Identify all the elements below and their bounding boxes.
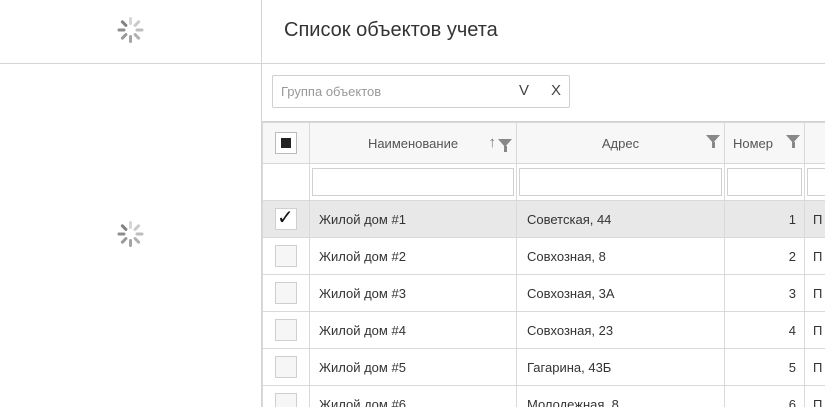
spinner-spoke bbox=[129, 221, 132, 229]
row-checkbox[interactable] bbox=[275, 245, 297, 267]
cell-address: Советская, 44 bbox=[516, 200, 725, 238]
cell-extra: П bbox=[804, 348, 825, 386]
spinner-spoke bbox=[132, 223, 141, 232]
page-header: Список объектов учета bbox=[262, 0, 825, 64]
spinner-spoke bbox=[120, 32, 129, 41]
row-select-cell bbox=[262, 385, 310, 407]
row-select-cell bbox=[262, 311, 310, 349]
loading-spinner-icon bbox=[117, 16, 145, 44]
extra-filter-input[interactable] bbox=[807, 168, 825, 196]
number-filter-input[interactable] bbox=[727, 168, 802, 196]
table-row[interactable]: Жилой дом #3 Совхозная, 3А 3 П bbox=[262, 274, 825, 312]
spinner-spoke bbox=[135, 28, 144, 32]
spinner-spoke bbox=[132, 19, 141, 28]
cell-name: Жилой дом #5 bbox=[309, 348, 517, 386]
sidebar-header bbox=[0, 0, 261, 64]
row-checkbox[interactable]: ✓ bbox=[275, 207, 297, 230]
group-filter-apply-button[interactable]: V bbox=[519, 82, 529, 99]
row-select-cell bbox=[262, 348, 310, 386]
group-filter-input[interactable] bbox=[273, 76, 511, 107]
spinner-spoke bbox=[129, 17, 132, 25]
group-filter-clear-button[interactable]: X bbox=[551, 82, 561, 99]
table-row[interactable]: Жилой дом #6 Молодежная, 8 6 П bbox=[262, 385, 825, 407]
spinner-spoke bbox=[120, 19, 129, 28]
cell-address: Совхозная, 23 bbox=[516, 311, 725, 349]
column-header-number[interactable]: Номер bbox=[724, 122, 805, 164]
spinner-spoke bbox=[117, 232, 126, 236]
table-row[interactable]: Жилой дом #2 Совхозная, 8 2 П bbox=[262, 237, 825, 275]
row-select-cell bbox=[262, 274, 310, 312]
spinner-spoke bbox=[132, 32, 141, 41]
filter-cell bbox=[804, 163, 825, 201]
row-checkbox[interactable] bbox=[275, 356, 297, 378]
spinner-spoke bbox=[117, 28, 126, 32]
column-header-label: Адрес bbox=[601, 135, 640, 151]
cell-number: 1 bbox=[724, 200, 805, 238]
cell-address: Совхозная, 8 bbox=[516, 237, 725, 275]
sidebar bbox=[0, 0, 262, 407]
loading-spinner-icon bbox=[117, 220, 145, 248]
column-header-extra[interactable] bbox=[804, 122, 825, 164]
row-checkbox[interactable] bbox=[275, 393, 297, 407]
spinner-spoke bbox=[135, 232, 144, 236]
row-checkbox[interactable] bbox=[275, 282, 297, 304]
checkmark-icon: ✓ bbox=[277, 207, 294, 229]
cell-number: 2 bbox=[724, 237, 805, 275]
filter-icon[interactable] bbox=[706, 135, 720, 148]
cell-extra: П bbox=[804, 385, 825, 407]
filter-cell bbox=[309, 163, 517, 201]
cell-extra: П bbox=[804, 274, 825, 312]
column-header-address[interactable]: Адрес bbox=[516, 122, 725, 164]
cell-number: 3 bbox=[724, 274, 805, 312]
sort-ascending-icon[interactable]: ↑ bbox=[489, 135, 497, 151]
filter-cell bbox=[724, 163, 805, 201]
address-filter-input[interactable] bbox=[519, 168, 722, 196]
cell-address: Совхозная, 3А bbox=[516, 274, 725, 312]
row-select-cell bbox=[262, 237, 310, 275]
filter-row bbox=[262, 163, 825, 201]
cell-number: 4 bbox=[724, 311, 805, 349]
spinner-spoke bbox=[120, 236, 129, 245]
table-row[interactable]: Жилой дом #4 Совхозная, 23 4 П bbox=[262, 311, 825, 349]
cell-name: Жилой дом #1 bbox=[309, 200, 517, 238]
objects-grid: Наименование ↑ Адрес Номер ✓ Жилой дом #… bbox=[262, 121, 825, 407]
column-header-label: Наименование bbox=[367, 135, 459, 151]
cell-extra: П bbox=[804, 200, 825, 238]
cell-extra: П bbox=[804, 311, 825, 349]
cell-name: Жилой дом #6 bbox=[309, 385, 517, 407]
table-row[interactable]: Жилой дом #5 Гагарина, 43Б 5 П bbox=[262, 348, 825, 386]
name-filter-input[interactable] bbox=[312, 168, 514, 196]
row-checkbox[interactable] bbox=[275, 319, 297, 341]
spinner-spoke bbox=[120, 223, 129, 232]
cell-address: Молодежная, 8 bbox=[516, 385, 725, 407]
cell-name: Жилой дом #2 bbox=[309, 237, 517, 275]
cell-name: Жилой дом #3 bbox=[309, 274, 517, 312]
partial-select-indicator bbox=[281, 138, 291, 148]
spinner-spoke bbox=[129, 35, 132, 43]
cell-extra: П bbox=[804, 237, 825, 275]
cell-number: 6 bbox=[724, 385, 805, 407]
select-all-header bbox=[262, 122, 310, 164]
page-title: Список объектов учета bbox=[284, 19, 498, 41]
filter-icon[interactable] bbox=[498, 139, 512, 152]
cell-number: 5 bbox=[724, 348, 805, 386]
column-header-label: Номер bbox=[733, 135, 774, 151]
table-header-row: Наименование ↑ Адрес Номер bbox=[262, 122, 825, 164]
column-header-name[interactable]: Наименование ↑ bbox=[309, 122, 517, 164]
spinner-spoke bbox=[132, 236, 141, 245]
row-select-cell: ✓ bbox=[262, 200, 310, 238]
spinner-spoke bbox=[129, 239, 132, 247]
group-filter: V X bbox=[272, 75, 570, 108]
filter-cell bbox=[516, 163, 725, 201]
filter-cell-empty bbox=[262, 163, 310, 201]
cell-name: Жилой дом #4 bbox=[309, 311, 517, 349]
select-all-checkbox[interactable] bbox=[275, 132, 297, 154]
filter-icon[interactable] bbox=[786, 135, 800, 148]
table-row[interactable]: ✓ Жилой дом #1 Советская, 44 1 П bbox=[262, 200, 825, 238]
cell-address: Гагарина, 43Б bbox=[516, 348, 725, 386]
